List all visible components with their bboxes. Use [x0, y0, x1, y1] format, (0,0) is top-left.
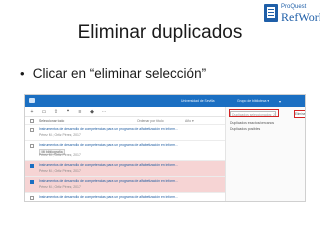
more-icon[interactable]: ⋯ [101, 109, 107, 115]
app-topbar: Universidad de Sevilla Grupo de bibliote… [25, 95, 305, 107]
cite-icon[interactable]: ❝ [65, 109, 71, 115]
row-checkbox[interactable] [30, 144, 34, 148]
menu-icon[interactable] [29, 98, 35, 103]
refworks-logo: ProQuest RefWorks [264, 4, 320, 32]
row-checkbox[interactable] [30, 128, 34, 132]
selection-bar: Seleccionar todo Ordenar por título Año … [25, 117, 225, 125]
reference-title[interactable]: Instrumentos de desarrollo de competenci… [39, 179, 219, 183]
select-all-label: Seleccionar todo [39, 119, 65, 123]
reference-meta: Pérez M.; Ortiz Pérez, 2017 [39, 133, 81, 137]
row-checkbox[interactable] [30, 196, 34, 200]
quote-icon[interactable]: ≡ [77, 109, 83, 115]
document-icon [264, 4, 278, 22]
folder-icon[interactable]: ▭ [41, 109, 47, 115]
logo-product: RefWorks [281, 10, 320, 24]
instruction-text: Clicar en “eliminar selección” [32, 66, 207, 81]
reference-title[interactable]: Instrumentos de desarrollo de competenci… [39, 143, 219, 147]
reference-meta: Pérez M.; Ortiz Pérez, 2017 [39, 185, 81, 189]
row-checkbox-checked[interactable] [30, 164, 34, 168]
reference-meta: Pérez M.; Ortiz Pérez, 2017 [39, 169, 81, 173]
reference-row-selected[interactable]: Instrumentos de desarrollo de competenci… [25, 177, 225, 193]
sort-dropdown[interactable]: Año ▾ [185, 119, 194, 123]
tag-icon[interactable]: ◆ [89, 109, 95, 115]
duplicates-panel: Duplicados seleccionados: 2 Eliminar Dup… [225, 107, 305, 201]
share-icon[interactable]: ⇪ [53, 109, 59, 115]
reference-toolbar: + ▭ ⇪ ❝ ≡ ◆ ⋯ [25, 107, 225, 117]
user-menu-icon[interactable]: ▾ [279, 99, 281, 104]
reference-row[interactable]: Instrumentos de desarrollo de competenci… [25, 125, 225, 141]
delete-selection-button[interactable]: Eliminar [294, 110, 305, 118]
project-selector[interactable]: Grupo de biblioteca ▾ [237, 99, 269, 103]
reference-meta: Pérez M.; Ortiz Pérez, 2017 [39, 153, 81, 157]
reference-title[interactable]: Instrumentos de desarrollo de competenci… [39, 195, 219, 199]
instruction-bullet: • Clicar en “eliminar selección” [20, 66, 206, 81]
reference-title[interactable]: Instrumentos de desarrollo de competenci… [39, 163, 219, 167]
add-icon[interactable]: + [29, 109, 35, 115]
bullet-dot: • [20, 66, 25, 81]
row-checkbox-checked[interactable] [30, 180, 34, 184]
reference-title[interactable]: Instrumentos de desarrollo de competenci… [39, 127, 219, 131]
select-all-checkbox[interactable] [30, 119, 34, 123]
reference-row[interactable]: Instrumentos de desarrollo de competenci… [25, 141, 225, 161]
sort-label: Ordenar por título [137, 119, 164, 123]
reference-row[interactable]: Instrumentos de desarrollo de competenci… [25, 193, 225, 201]
reference-row-selected[interactable]: Instrumentos de desarrollo de competenci… [25, 161, 225, 177]
option-exact-duplicates[interactable]: Duplicados exactos/cercanos [230, 121, 274, 125]
institution-label: Universidad de Sevilla [181, 99, 215, 103]
highlight-callout [229, 109, 279, 117]
refworks-screenshot: Universidad de Sevilla Grupo de bibliote… [24, 94, 306, 202]
option-possible-duplicates[interactable]: Duplicados posibles [230, 127, 260, 131]
